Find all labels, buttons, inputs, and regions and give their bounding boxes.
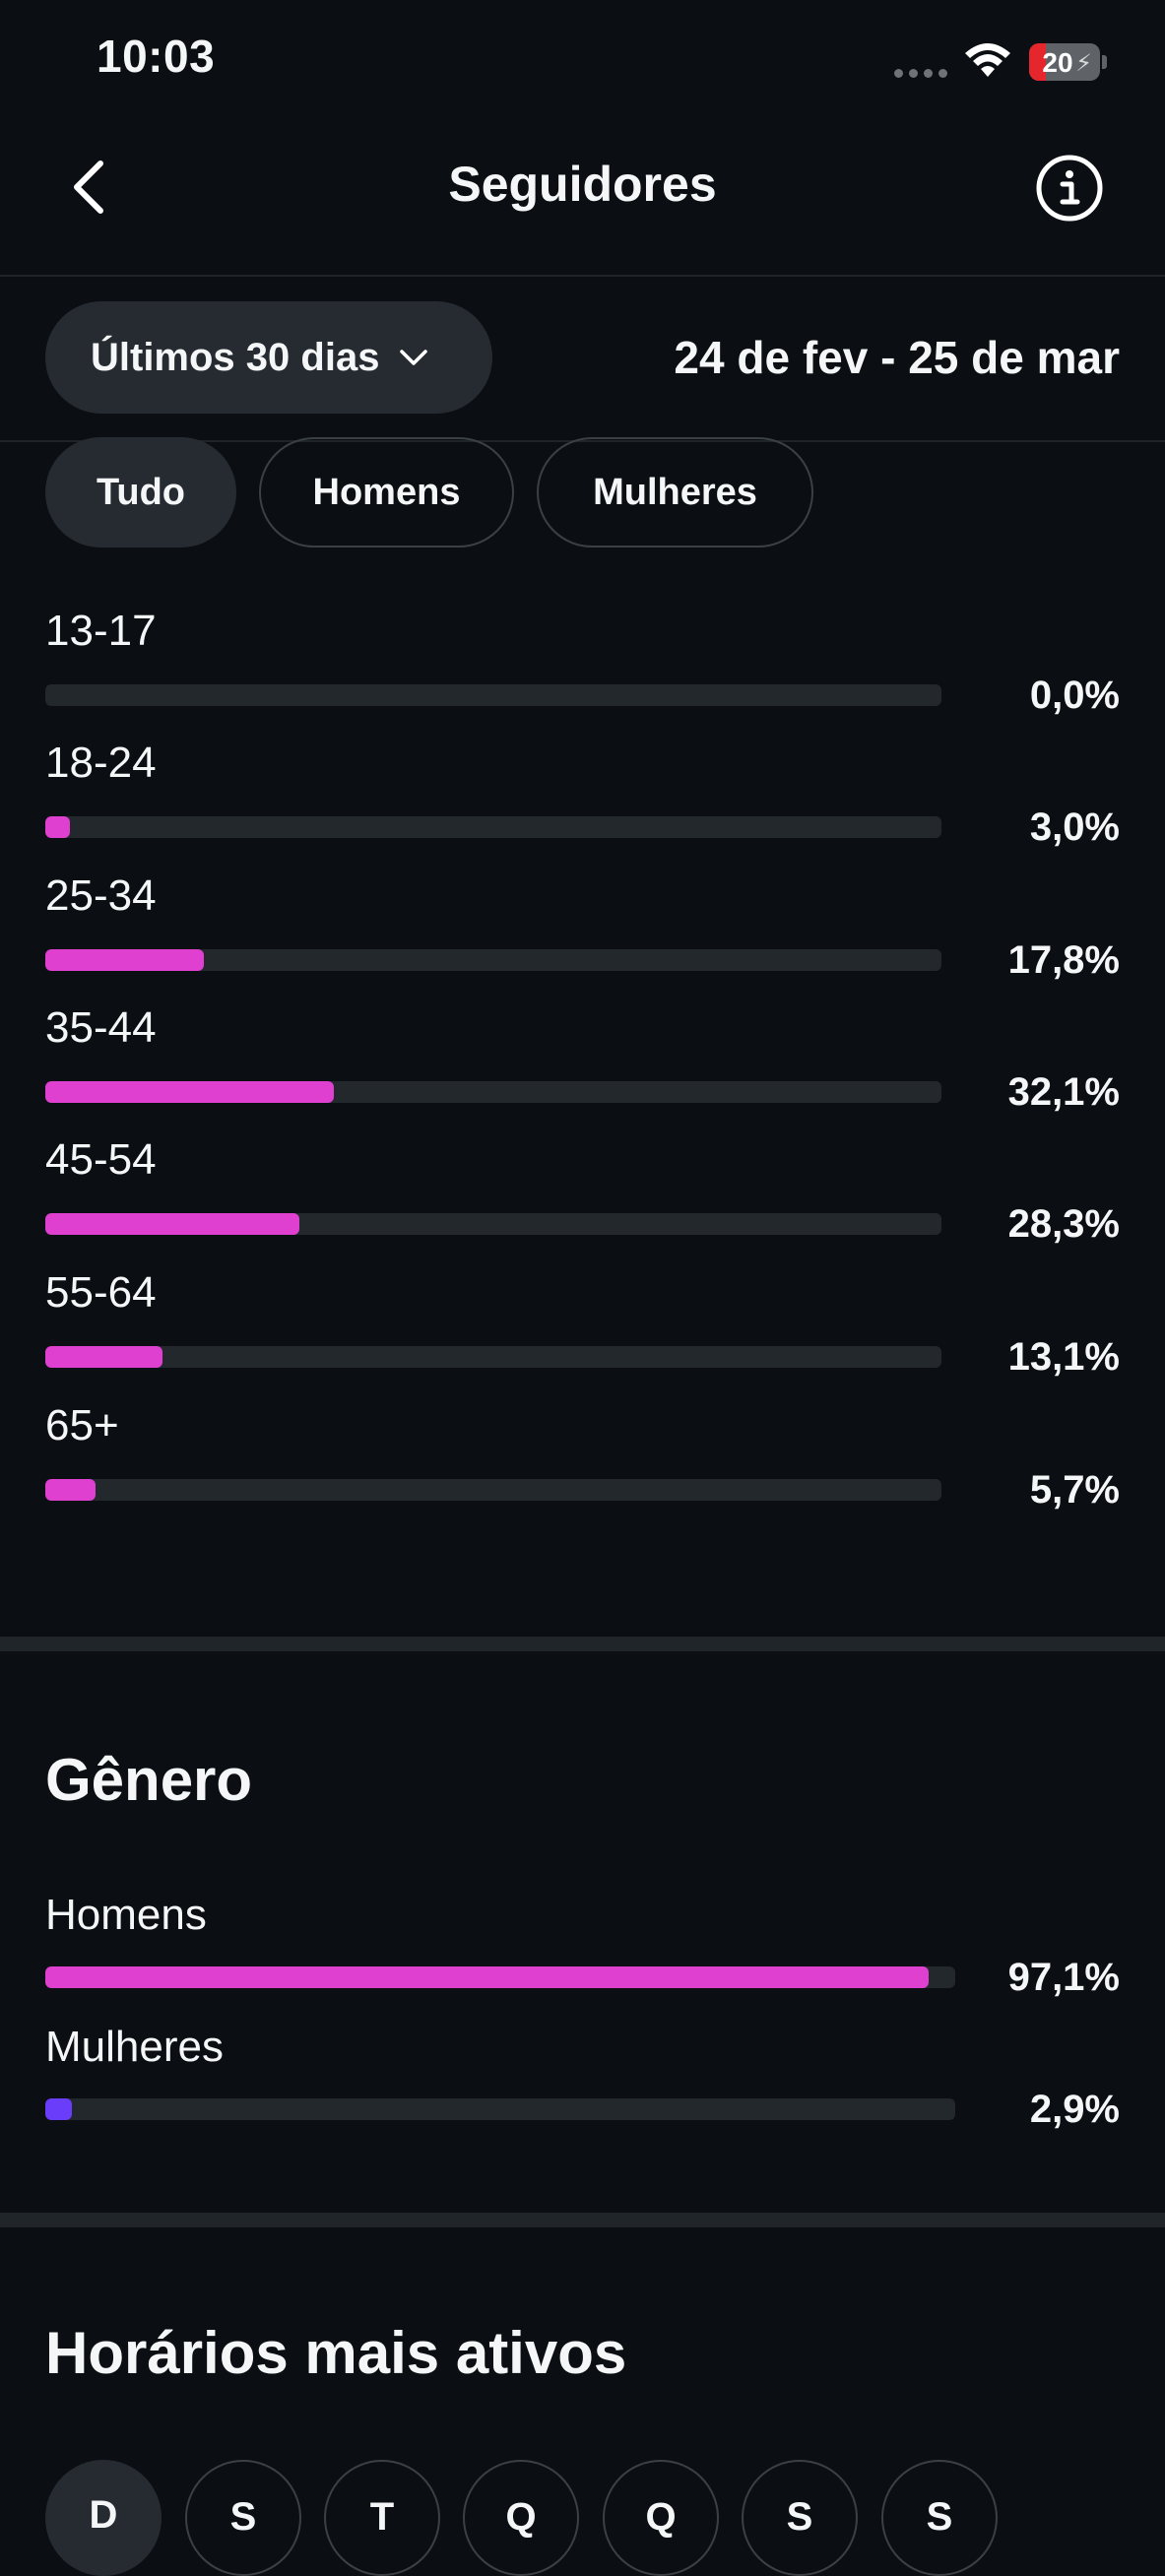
age-label: 18-24 [45, 739, 157, 787]
date-range-dropdown[interactable]: Últimos 30 dias [45, 301, 492, 414]
gender-bar-fill [45, 1966, 930, 1988]
day-thursday-button[interactable]: Q [603, 2460, 719, 2576]
age-percent: 5,7% [1029, 1468, 1120, 1512]
gender-bar-fill [45, 2098, 72, 2120]
day-friday-button[interactable]: S [742, 2460, 858, 2576]
age-bar-fill [45, 1479, 96, 1501]
gender-percent: 2,9% [1029, 2088, 1120, 2131]
date-range-text: 24 de fev - 25 de mar [674, 332, 1120, 383]
day-tuesday-button[interactable]: T [324, 2460, 440, 2576]
gender-percent: 97,1% [1007, 1956, 1120, 1999]
battery-icon: 20 ⚡ [1029, 43, 1100, 81]
filter-all-chip[interactable]: Tudo [45, 437, 236, 547]
age-bar-track [45, 1346, 941, 1368]
age-bar-track [45, 816, 941, 838]
gender-section-title: Gênero [45, 1747, 253, 1813]
filter-women-chip[interactable]: Mulheres [537, 437, 813, 547]
gender-bar-track [45, 1966, 955, 1988]
age-bar-track [45, 1081, 941, 1103]
age-label: 45-54 [45, 1135, 157, 1184]
age-percent: 13,1% [1007, 1335, 1120, 1379]
age-label: 55-64 [45, 1268, 157, 1317]
section-divider [0, 1637, 1165, 1651]
gender-label: Mulheres [45, 2023, 224, 2071]
age-label: 35-44 [45, 1003, 157, 1052]
day-saturday-button[interactable]: S [881, 2460, 998, 2576]
section-divider [0, 2213, 1165, 2227]
chevron-down-icon [400, 350, 428, 365]
age-percent: 3,0% [1029, 805, 1120, 849]
age-bar-fill [45, 816, 71, 838]
age-bar-track [45, 684, 941, 706]
header-divider [0, 275, 1165, 277]
gender-bar-track [45, 2098, 955, 2120]
age-percent: 17,8% [1007, 938, 1120, 982]
age-percent: 32,1% [1007, 1070, 1120, 1114]
age-bar-track [45, 1213, 941, 1235]
date-range-label: Últimos 30 dias [91, 335, 380, 379]
day-sunday-button[interactable]: D [45, 2460, 162, 2576]
age-percent: 0,0% [1029, 674, 1120, 717]
age-percent: 28,3% [1007, 1202, 1120, 1246]
age-bar-track [45, 1479, 941, 1501]
info-button[interactable] [1034, 153, 1105, 228]
status-time: 10:03 [97, 31, 216, 82]
page-title: Seguidores [448, 157, 717, 212]
gender-label: Homens [45, 1891, 207, 1939]
age-label: 13-17 [45, 607, 157, 655]
age-bar-fill [45, 1081, 335, 1103]
info-icon [1036, 155, 1103, 222]
age-bar-fill [45, 949, 205, 971]
age-bar-track [45, 949, 941, 971]
age-label: 25-34 [45, 871, 157, 920]
age-bar-fill [45, 1346, 163, 1368]
age-bar-fill [45, 1213, 299, 1235]
cellular-signal-icon [894, 69, 947, 78]
wifi-icon [963, 41, 1012, 84]
age-label: 65+ [45, 1401, 119, 1449]
active-times-title: Horários mais ativos [45, 2320, 627, 2386]
filter-men-chip[interactable]: Homens [259, 437, 514, 547]
day-monday-button[interactable]: S [185, 2460, 301, 2576]
day-wednesday-button[interactable]: Q [463, 2460, 579, 2576]
